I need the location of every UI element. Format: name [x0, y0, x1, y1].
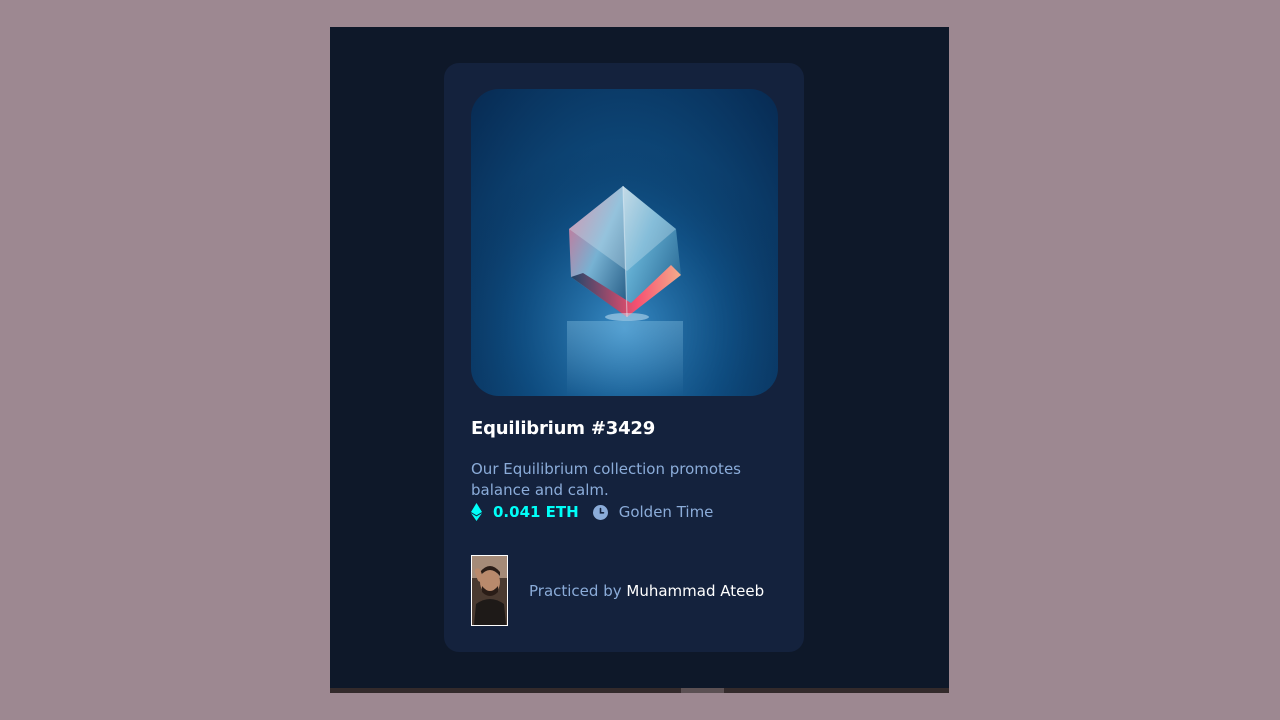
- nft-stats: 0.041 ETH Golden Time: [471, 501, 713, 523]
- avatar: [471, 555, 508, 626]
- nft-description: Our Equilibrium collection promotes bala…: [471, 460, 741, 499]
- credit-prefix: Practiced by: [529, 581, 627, 600]
- clock-icon: [592, 504, 608, 520]
- author-credit: Practiced by Muhammad Ateeb: [471, 555, 764, 626]
- nft-price: 0.041 ETH: [493, 503, 579, 521]
- author-text: Practiced by Muhammad Ateeb: [529, 582, 764, 600]
- nft-image[interactable]: [471, 89, 778, 396]
- nft-time-remaining: Golden Time: [618, 503, 714, 521]
- scrollbar-thumb[interactable]: [681, 688, 724, 693]
- ethereum-icon: [471, 503, 482, 521]
- horizontal-scrollbar[interactable]: [330, 688, 949, 693]
- author-name-link[interactable]: Muhammad Ateeb: [626, 582, 764, 600]
- nft-title[interactable]: Equilibrium #3429: [471, 418, 655, 439]
- nft-card: Equilibrium #3429 Our Equilibrium collec…: [444, 63, 804, 652]
- page-frame: Equilibrium #3429 Our Equilibrium collec…: [330, 27, 949, 693]
- cube-illustration: [471, 89, 778, 396]
